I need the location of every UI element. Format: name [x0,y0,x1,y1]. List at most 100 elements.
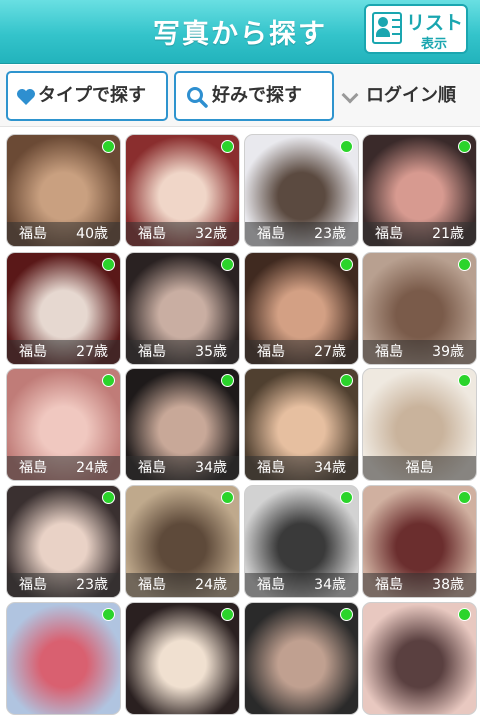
online-status-dot [102,258,115,271]
profile-tile[interactable]: 福島 23歳 [6,485,121,598]
profile-grid: 福島 40歳 福島 32歳 福島 23歳 福島 21歳 福島 27歳 福島 35歳 福島 27歳 福島 39歳… [0,128,480,715]
profile-city: 福島 [257,577,285,593]
online-status-dot [221,258,234,271]
profile-caption: 福島 [363,456,476,480]
profile-age: 34歳 [314,460,346,476]
profile-tile[interactable]: 福島 38歳 [362,485,477,598]
profile-age: 27歳 [314,344,346,360]
online-status-dot [458,374,471,387]
profile-age: 32歳 [195,226,227,242]
profile-city: 福島 [138,577,166,593]
list-view-button[interactable]: リスト 表示 [364,4,468,54]
profile-tile[interactable]: 福島 34歳 [244,485,359,598]
online-status-dot [340,491,353,504]
profile-age: 23歳 [314,226,346,242]
profile-age: 40歳 [76,226,108,242]
profile-caption: 福島 38歳 [363,573,476,597]
profile-age: 27歳 [76,344,108,360]
search-by-preference-button[interactable]: 好みで探す [174,71,334,121]
filter-bar: タイプで探す 好みで探す ログイン順 [0,65,480,127]
profile-city: 福島 [19,226,47,242]
profile-age: 21歳 [432,226,464,242]
search-by-type-label: タイプで探す [38,85,146,106]
online-status-dot [102,140,115,153]
online-status-dot [458,608,471,621]
heart-icon [17,89,35,105]
app-header: 写真から探す リスト 表示 [0,0,480,64]
profile-tile[interactable]: 福島 27歳 [244,252,359,365]
profile-city: 福島 [375,226,403,242]
online-status-dot [221,608,234,621]
search-by-type-button[interactable]: タイプで探す [6,71,168,121]
sort-label: ログイン順 [366,85,456,106]
profile-city: 福島 [257,226,285,242]
chevron-down-icon [341,86,359,104]
online-status-dot [221,374,234,387]
profile-city: 福島 [138,226,166,242]
profile-tile[interactable] [125,602,240,715]
profile-caption: 福島 34歳 [245,456,358,480]
profile-tile[interactable]: 福島 34歳 [244,368,359,481]
list-view-sublabel: 表示 [421,37,448,52]
profile-city: 福島 [138,460,166,476]
profile-tile[interactable] [362,602,477,715]
online-status-dot [102,608,115,621]
profile-city: 福島 [19,577,47,593]
profile-age: 38歳 [432,577,464,593]
online-status-dot [221,491,234,504]
online-status-dot [102,374,115,387]
profile-tile[interactable] [244,602,359,715]
profile-tile[interactable]: 福島 40歳 [6,134,121,247]
profile-age: 24歳 [76,460,108,476]
profile-tile[interactable]: 福島 34歳 [125,368,240,481]
profile-caption: 福島 34歳 [126,456,239,480]
profile-tile[interactable] [6,602,121,715]
profile-caption: 福島 39歳 [363,340,476,364]
profile-age: 23歳 [76,577,108,593]
profile-caption: 福島 35歳 [126,340,239,364]
online-status-dot [458,140,471,153]
online-status-dot [340,608,353,621]
profile-caption: 福島 32歳 [126,222,239,246]
profile-age: 39歳 [432,344,464,360]
profile-tile[interactable]: 福島 [362,368,477,481]
profile-tile[interactable]: 福島 32歳 [125,134,240,247]
profile-city: 福島 [375,344,403,360]
online-status-dot [102,491,115,504]
profile-caption: 福島 27歳 [245,340,358,364]
profile-age: 35歳 [195,344,227,360]
search-by-preference-label: 好みで探す [212,85,302,106]
profile-caption: 福島 23歳 [7,573,120,597]
online-status-dot [340,374,353,387]
profile-tile[interactable]: 福島 27歳 [6,252,121,365]
profile-city: 福島 [405,460,434,476]
profile-age: 24歳 [195,577,227,593]
profile-city: 福島 [138,344,166,360]
profile-city: 福島 [257,460,285,476]
profile-caption: 福島 24歳 [126,573,239,597]
profile-tile[interactable]: 福島 23歳 [244,134,359,247]
profile-caption: 福島 27歳 [7,340,120,364]
profile-tile[interactable]: 福島 24歳 [125,485,240,598]
online-status-dot [458,491,471,504]
online-status-dot [340,140,353,153]
profile-city: 福島 [257,344,285,360]
profile-city: 福島 [375,577,403,593]
profile-caption: 福島 40歳 [7,222,120,246]
profile-caption: 福島 23歳 [245,222,358,246]
list-view-label: リスト [406,12,464,34]
profile-city: 福島 [19,344,47,360]
profile-age: 34歳 [314,577,346,593]
profile-tile[interactable]: 福島 24歳 [6,368,121,481]
profile-tile[interactable]: 福島 35歳 [125,252,240,365]
profile-tile[interactable]: 福島 21歳 [362,134,477,247]
profile-card-icon [372,12,402,44]
profile-caption: 福島 34歳 [245,573,358,597]
profile-caption: 福島 24歳 [7,456,120,480]
profile-tile[interactable]: 福島 39歳 [362,252,477,365]
profile-caption: 福島 21歳 [363,222,476,246]
online-status-dot [340,258,353,271]
online-status-dot [221,140,234,153]
search-icon [187,87,208,108]
online-status-dot [458,258,471,271]
